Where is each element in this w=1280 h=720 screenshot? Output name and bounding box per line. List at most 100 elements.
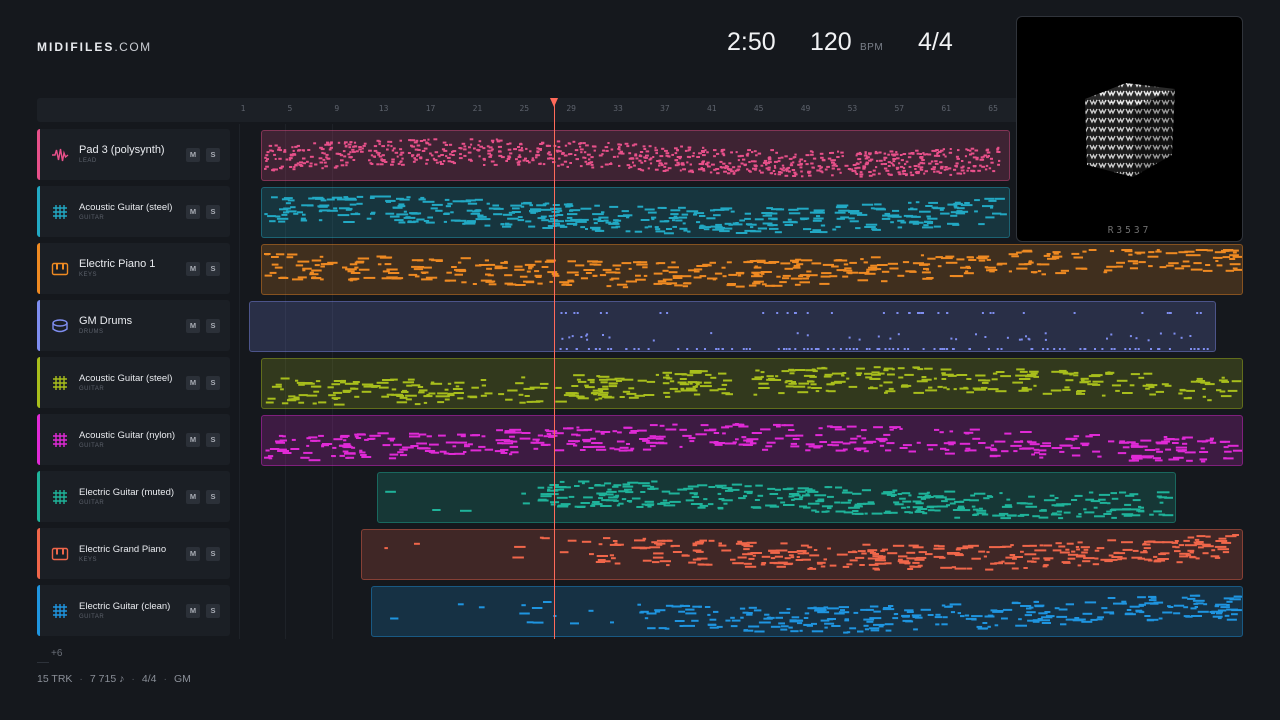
note-pattern <box>385 480 1174 520</box>
artwork-code: R3537 <box>1107 225 1152 236</box>
track-category: DRUMS <box>79 329 104 335</box>
piano-icon <box>51 260 69 278</box>
midi-clip[interactable] <box>261 358 1243 409</box>
solo-button[interactable]: S <box>206 262 220 276</box>
drum-icon <box>51 317 69 335</box>
track-name: Pad 3 (polysynth) <box>79 144 165 156</box>
ruler-tick: 33 <box>613 104 623 113</box>
track-header[interactable]: Pad 3 (polysynth) LEAD M S <box>37 129 230 180</box>
tempo-display: 120 <box>810 28 852 56</box>
track-color-stripe <box>37 528 40 579</box>
note-pattern <box>264 249 1242 289</box>
solo-button[interactable]: S <box>206 490 220 504</box>
mute-button[interactable]: M <box>186 490 200 504</box>
track-name: Acoustic Guitar (steel) <box>79 202 173 213</box>
grid-line <box>239 124 240 639</box>
track-name: Electric Guitar (muted) <box>79 487 175 498</box>
track-category: GUITAR <box>79 443 105 449</box>
ruler-tick: 37 <box>660 104 670 113</box>
mute-button[interactable]: M <box>186 376 200 390</box>
ruler-tick: 25 <box>519 104 530 113</box>
midi-clip[interactable] <box>361 529 1243 580</box>
note-pattern <box>384 534 1239 571</box>
track-category: GUITAR <box>79 614 105 620</box>
ruler-tick: 21 <box>472 104 483 113</box>
midi-clip[interactable] <box>371 586 1243 637</box>
track-color-stripe <box>37 471 40 522</box>
track-color-stripe <box>37 585 40 636</box>
ruler-tick: 17 <box>425 104 436 113</box>
midi-clip[interactable] <box>261 187 1010 238</box>
footer-summary: 15 TRK · 7 715 ♪ · 4/4 · GM <box>37 673 191 685</box>
solo-button[interactable]: S <box>206 205 220 219</box>
note-pattern <box>264 423 1242 463</box>
track-header[interactable]: Electric Guitar (muted) GUITAR M S <box>37 471 230 522</box>
solo-button[interactable]: S <box>206 148 220 162</box>
midi-clip[interactable] <box>261 130 1010 181</box>
track-name: Electric Guitar (clean) <box>79 601 171 612</box>
track-category: GUITAR <box>79 215 105 221</box>
track-category: GUITAR <box>79 500 105 506</box>
ruler-tick: 29 <box>566 104 576 113</box>
track-header[interactable]: Electric Guitar (clean) GUITAR M S <box>37 585 230 636</box>
guitar-icon <box>51 488 69 506</box>
track-name: Electric Grand Piano <box>79 544 167 555</box>
ruler-tick: 5 <box>287 104 293 113</box>
ruler-tick: 65 <box>988 104 998 113</box>
note-pattern <box>264 195 1007 235</box>
note-pattern <box>264 138 1001 178</box>
solo-button[interactable]: S <box>206 376 220 390</box>
ruler-tick: 13 <box>378 104 389 113</box>
solo-button[interactable]: S <box>206 604 220 618</box>
guitar-icon <box>51 203 69 221</box>
time-signature-display: 4/4 <box>918 28 953 56</box>
midi-clip[interactable] <box>377 472 1176 523</box>
mute-button[interactable]: M <box>186 148 200 162</box>
track-header[interactable]: Electric Piano 1 KEYS M S <box>37 243 230 294</box>
brand-logo[interactable]: MIDIFILES.COM <box>37 40 152 54</box>
piano-icon <box>51 545 69 563</box>
ruler-tick: 61 <box>941 104 952 113</box>
mute-button[interactable]: M <box>186 604 200 618</box>
solo-button[interactable]: S <box>206 433 220 447</box>
cube-image <box>1085 83 1175 177</box>
track-name: Acoustic Guitar (nylon) <box>79 430 176 441</box>
divider <box>37 662 49 663</box>
duration-display: 2:50 <box>727 28 776 56</box>
guitar-icon <box>51 374 69 392</box>
tempo-unit: BPM <box>860 42 884 53</box>
ruler-tick: 57 <box>894 104 905 113</box>
midi-standard: GM <box>173 673 191 685</box>
mute-button[interactable]: M <box>186 547 200 561</box>
guitar-icon <box>51 602 69 620</box>
track-header[interactable]: Acoustic Guitar (steel) GUITAR M S <box>37 186 230 237</box>
track-name: Electric Piano 1 <box>79 258 156 270</box>
track-color-stripe <box>37 243 40 294</box>
ruler-tick: 45 <box>753 104 764 113</box>
note-pattern <box>390 594 1242 634</box>
playhead-line[interactable] <box>554 98 555 639</box>
track-header[interactable]: Acoustic Guitar (steel) GUITAR M S <box>37 357 230 408</box>
midi-clip[interactable] <box>249 301 1216 352</box>
mute-button[interactable]: M <box>186 319 200 333</box>
track-count: 15 TRK <box>37 673 73 685</box>
note-pattern <box>559 312 1209 350</box>
mute-button[interactable]: M <box>186 433 200 447</box>
mute-button[interactable]: M <box>186 262 200 276</box>
track-color-stripe <box>37 357 40 408</box>
track-header[interactable]: Acoustic Guitar (nylon) GUITAR M S <box>37 414 230 465</box>
track-header[interactable]: Electric Grand Piano KEYS M S <box>37 528 230 579</box>
brand-name: MIDIFILES <box>37 40 115 54</box>
ruler-tick: 41 <box>706 104 717 113</box>
track-header[interactable]: GM Drums DRUMS M S <box>37 300 230 351</box>
solo-button[interactable]: S <box>206 319 220 333</box>
solo-button[interactable]: S <box>206 547 220 561</box>
guitar-icon <box>51 431 69 449</box>
mute-button[interactable]: M <box>186 205 200 219</box>
more-tracks-label[interactable]: +6 <box>51 648 62 659</box>
waveform-icon <box>51 146 69 164</box>
midi-clip[interactable] <box>261 415 1243 466</box>
midi-clip[interactable] <box>261 244 1243 295</box>
ruler-tick: 49 <box>800 104 811 113</box>
track-color-stripe <box>37 300 40 351</box>
